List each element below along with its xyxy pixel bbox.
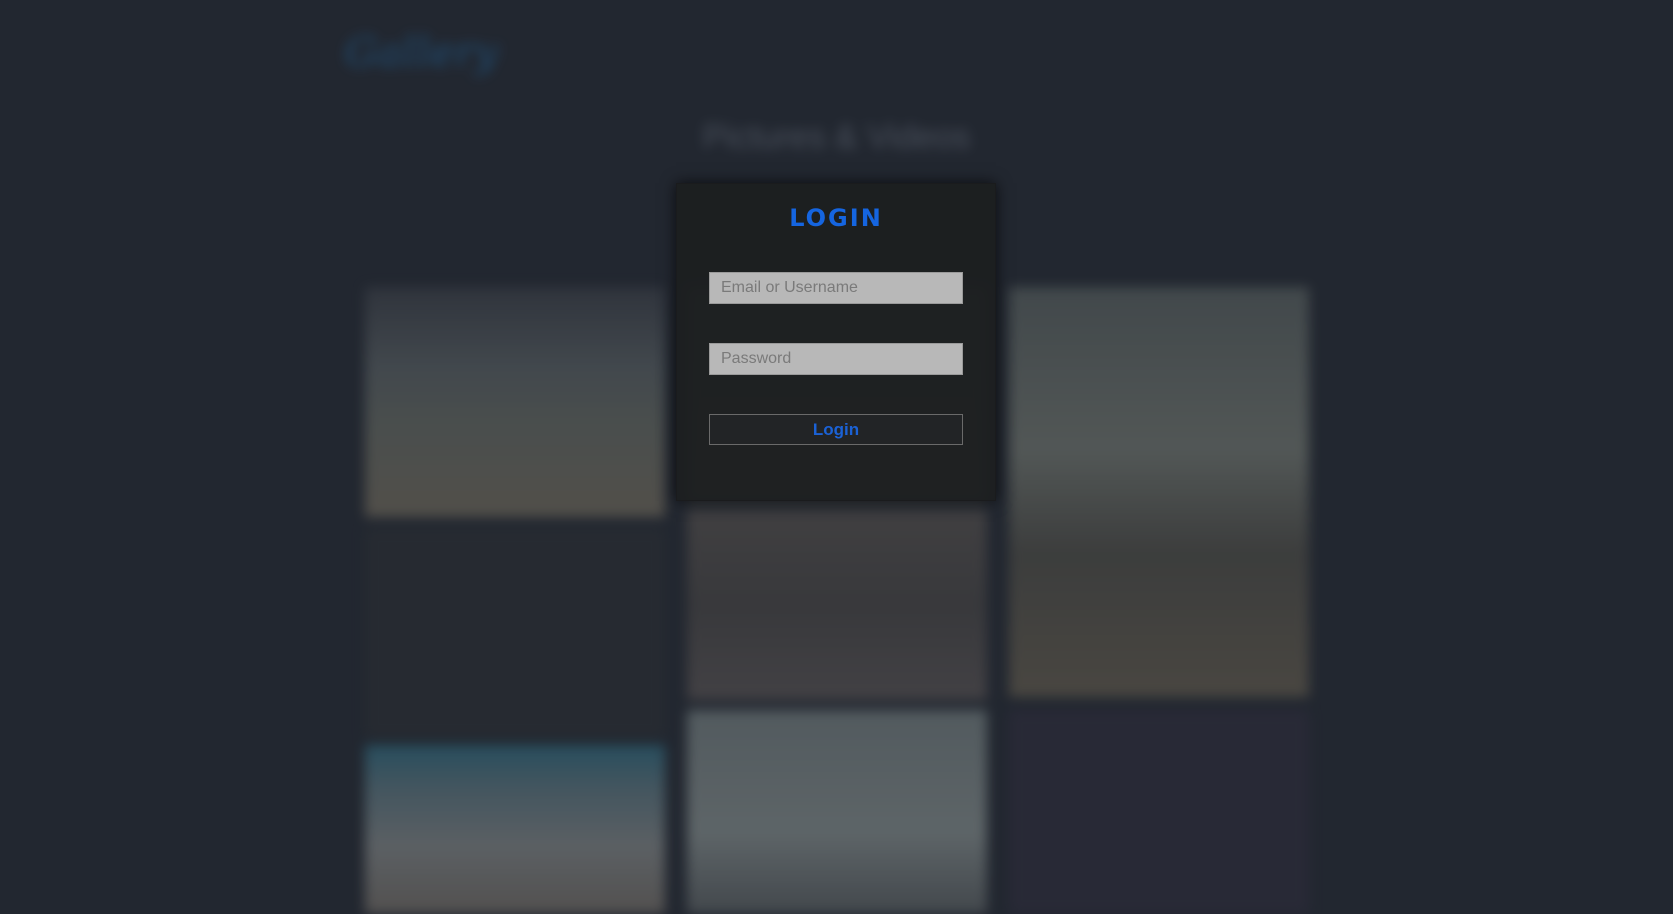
gallery-tile [1009, 287, 1309, 697]
gallery-tile [365, 745, 665, 914]
login-modal: LOGIN Login [676, 183, 996, 501]
email-username-input[interactable] [709, 272, 963, 304]
password-input[interactable] [709, 343, 963, 375]
gallery-tile [365, 287, 665, 517]
login-title: LOGIN [789, 204, 883, 232]
gallery-tile [687, 710, 987, 914]
gallery-tile [687, 510, 987, 700]
login-button[interactable]: Login [709, 414, 963, 445]
page: Gallery Pictures & Videos LOGIN Login [0, 0, 1673, 914]
gallery-tile [365, 528, 665, 738]
gallery-title: Pictures & Videos [702, 118, 971, 156]
gallery-tile [1009, 710, 1309, 914]
site-logo: Gallery [345, 30, 499, 76]
